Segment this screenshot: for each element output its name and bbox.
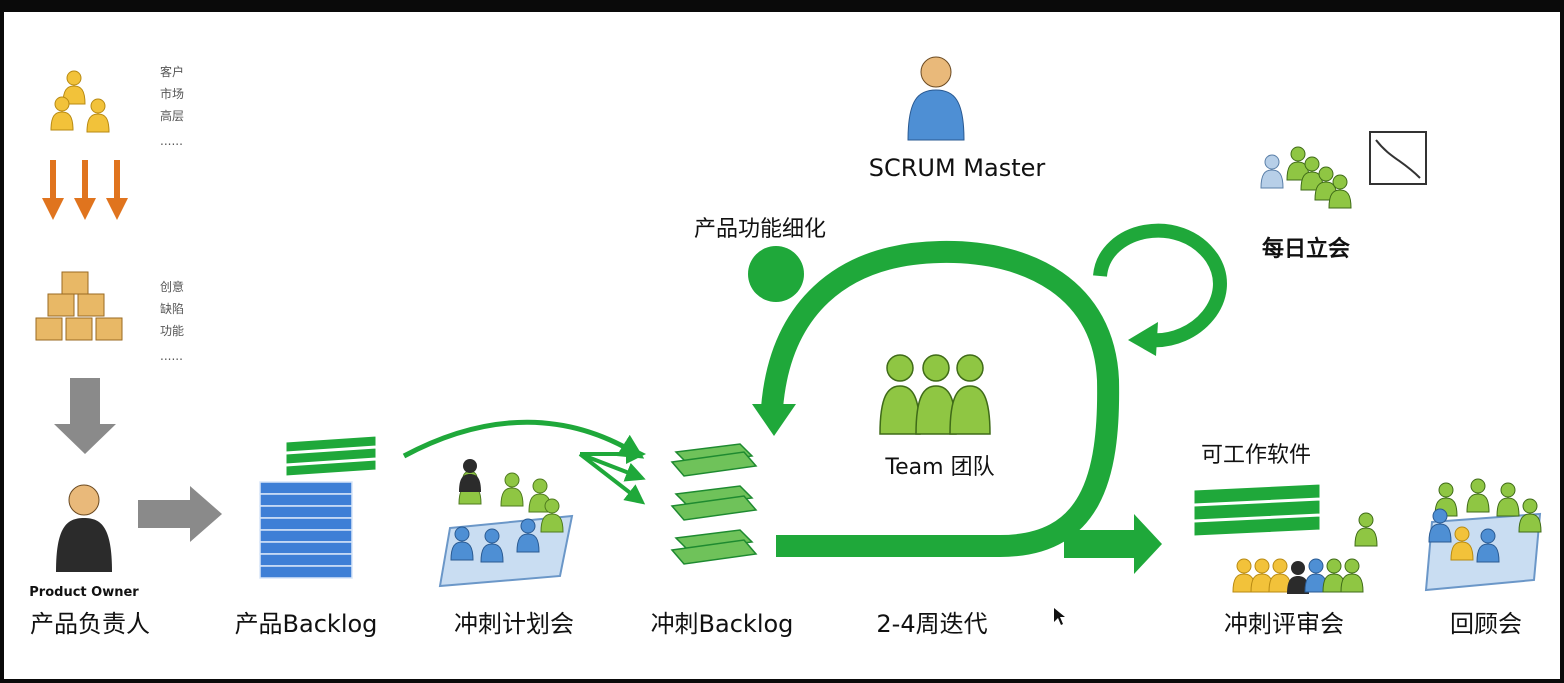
daily-standup-label: 每日立会 <box>1262 236 1350 262</box>
refinement-dot <box>748 246 804 302</box>
product-owner-label: 产品负责人 <box>30 610 150 638</box>
product-backlog-label: 产品Backlog <box>235 610 378 638</box>
product-owner-english: Product Owner <box>29 585 139 600</box>
retrospective-label: 回顾会 <box>1450 610 1522 638</box>
slide-frame: 客户 市场 高层 ...... 创意 缺陷 功能 ...... Product … <box>0 0 1564 683</box>
sprint-backlog-document-stack-icon <box>670 443 758 565</box>
orange-down-arrows-icon <box>42 160 128 220</box>
input-line-4: ...... <box>160 349 183 363</box>
sprint-planning-label: 冲刺计划会 <box>454 610 574 638</box>
sprint-backlog-label: 冲刺Backlog <box>651 610 794 638</box>
input-line-1: 创意 <box>160 279 184 294</box>
team-label: Team 团队 <box>884 455 994 480</box>
stakeholder-line-3: 高层 <box>160 108 184 123</box>
team-person-group-icon <box>879 354 991 435</box>
scrum-master-label: SCRUM Master <box>869 154 1046 182</box>
refinement-label: 产品功能细化 <box>694 217 826 242</box>
burndown-chart-icon <box>1369 131 1427 185</box>
input-line-3: 功能 <box>160 324 184 338</box>
stakeholder-line-1: 客户 <box>160 64 184 79</box>
iteration-label: 2-4周迭代 <box>876 610 987 638</box>
sprint-review-document-stack-icon <box>1193 483 1321 537</box>
sprint-review-label: 冲刺评审会 <box>1224 610 1344 638</box>
stakeholder-line-4: ...... <box>160 134 183 148</box>
stakeholder-line-2: 市场 <box>160 86 184 101</box>
input-line-2: 缺陷 <box>160 301 184 316</box>
scrum-process-diagram: 客户 市场 高层 ...... 创意 缺陷 功能 ...... Product … <box>0 0 1564 683</box>
working-software-label: 可工作软件 <box>1201 443 1311 468</box>
